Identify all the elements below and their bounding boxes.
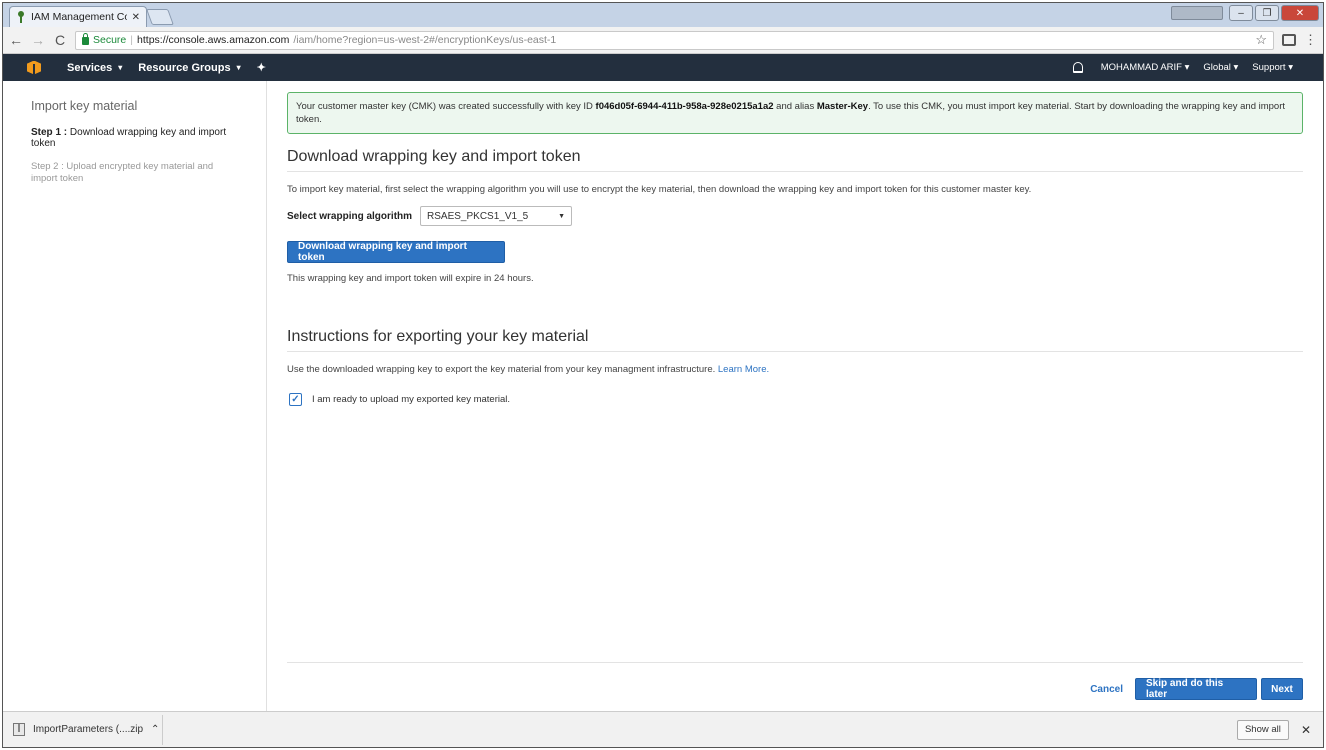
chevron-down-icon: ▼ bbox=[558, 212, 566, 220]
sidebar-step-2: Step 2 : Upload encrypted key material a… bbox=[31, 161, 214, 184]
pin-icon[interactable]: ✦ bbox=[257, 61, 266, 74]
chevron-down-icon: ▾ bbox=[236, 63, 241, 72]
aws-navbar: Services ▾ Resource Groups ▾ ✦ MOHAMMAD … bbox=[3, 54, 1323, 81]
url-host: https://console.aws.amazon.com bbox=[137, 34, 290, 46]
favicon-icon bbox=[16, 11, 26, 23]
download-bar: ImportParameters (....zip ⌃ Show all ✕ bbox=[3, 711, 1323, 747]
region-menu[interactable]: Global ▾ bbox=[1203, 62, 1238, 73]
algorithm-select[interactable]: RSAES_PKCS1_V1_5 ▼ bbox=[420, 206, 573, 226]
close-download-bar-icon[interactable]: ✕ bbox=[1301, 723, 1311, 737]
sidebar-title: Import key material bbox=[31, 99, 138, 113]
support-menu[interactable]: Support ▾ bbox=[1252, 62, 1293, 73]
ready-checkbox-row[interactable]: ✓ I am ready to upload my exported key m… bbox=[289, 393, 1303, 406]
next-button[interactable]: Next bbox=[1261, 678, 1303, 700]
key-alias: Master-Key bbox=[816, 101, 869, 112]
bell-icon[interactable] bbox=[1072, 62, 1083, 73]
tab-strip: IAM Management Conso ✕ – ❐ ✕ bbox=[3, 3, 1323, 27]
window-controls: – ❐ ✕ bbox=[1171, 5, 1319, 21]
new-tab-button[interactable] bbox=[146, 9, 174, 25]
key-id: f046d05f-6944-411b-958a-928e0215a1a2 bbox=[595, 101, 774, 112]
cancel-button[interactable]: Cancel bbox=[1090, 684, 1123, 695]
back-arrow-icon[interactable]: ← bbox=[9, 32, 23, 48]
instructions-description: Use the downloaded wrapping key to expor… bbox=[287, 364, 770, 375]
resource-groups-menu[interactable]: Resource Groups ▾ bbox=[138, 62, 240, 74]
ready-checkbox-label: I am ready to upload my exported key mat… bbox=[312, 394, 511, 405]
show-all-button[interactable]: Show all bbox=[1236, 719, 1289, 740]
address-bar-row: ← → C Secure | https://console.aws.amazo… bbox=[3, 27, 1323, 54]
skip-button[interactable]: Skip and do this later bbox=[1135, 678, 1257, 700]
ready-checkbox[interactable]: ✓ bbox=[289, 393, 302, 406]
services-menu[interactable]: Services ▾ bbox=[67, 62, 122, 74]
profile-button[interactable] bbox=[1171, 6, 1223, 20]
user-menu[interactable]: MOHAMMAD ARIF ▾ bbox=[1101, 62, 1190, 73]
bookmark-star-icon[interactable]: ☆ bbox=[1255, 32, 1267, 48]
instructions-heading: Instructions for exporting your key mate… bbox=[287, 328, 1303, 352]
forward-arrow-icon[interactable]: → bbox=[31, 32, 45, 48]
browser-window: IAM Management Conso ✕ – ❐ ✕ ← → C Secur… bbox=[2, 2, 1324, 748]
close-tab-icon[interactable]: ✕ bbox=[132, 12, 140, 23]
download-item[interactable]: ImportParameters (....zip ⌃ bbox=[13, 714, 163, 745]
algorithm-label: Select wrapping algorithm bbox=[287, 210, 413, 222]
maximize-button[interactable]: ❐ bbox=[1255, 5, 1279, 21]
learn-more-link[interactable]: Learn More. bbox=[718, 364, 769, 375]
chevron-down-icon: ▾ bbox=[118, 63, 123, 72]
download-description: To import key material, first select the… bbox=[287, 184, 1032, 195]
url-separator: | bbox=[130, 34, 134, 46]
sidebar-step-1[interactable]: Step 1 : Download wrapping key and impor… bbox=[31, 127, 238, 149]
minimize-button[interactable]: – bbox=[1229, 5, 1253, 21]
step-1-prefix: Step 1 : bbox=[31, 127, 68, 138]
footer-divider bbox=[287, 662, 1303, 663]
lock-icon bbox=[82, 33, 89, 45]
main-content: Your customer master key (CMK) was creat… bbox=[287, 81, 1303, 713]
algorithm-value: RSAES_PKCS1_V1_5 bbox=[427, 210, 529, 222]
chevron-up-icon[interactable]: ⌃ bbox=[151, 724, 159, 735]
secure-label: Secure bbox=[93, 34, 127, 46]
expiry-note: This wrapping key and import token will … bbox=[287, 273, 534, 284]
tab-title: IAM Management Conso bbox=[31, 11, 127, 23]
aws-logo-icon[interactable] bbox=[27, 61, 41, 75]
browser-tab[interactable]: IAM Management Conso ✕ bbox=[9, 6, 147, 27]
download-heading: Download wrapping key and import token bbox=[287, 148, 1303, 172]
wizard-actions: Cancel Skip and do this later Next bbox=[1090, 678, 1303, 700]
navbar-right: MOHAMMAD ARIF ▾ Global ▾ Support ▾ bbox=[1072, 62, 1293, 73]
resource-groups-label: Resource Groups bbox=[138, 61, 231, 74]
reload-icon[interactable]: C bbox=[53, 32, 67, 48]
url-path: /iam/home?region=us-west-2#/encryptionKe… bbox=[293, 34, 557, 46]
zip-file-icon bbox=[13, 723, 25, 736]
download-wrapping-key-button[interactable]: Download wrapping key and import token bbox=[287, 241, 505, 263]
download-filename: ImportParameters (....zip bbox=[33, 724, 144, 735]
success-alert: Your customer master key (CMK) was creat… bbox=[287, 92, 1303, 134]
services-label: Services bbox=[67, 61, 113, 74]
algorithm-row: Select wrapping algorithm RSAES_PKCS1_V1… bbox=[287, 206, 1303, 226]
close-window-button[interactable]: ✕ bbox=[1281, 5, 1319, 21]
browser-menu-icon[interactable]: ⋮ bbox=[1304, 32, 1317, 48]
wizard-sidebar: Import key material Step 1 : Download wr… bbox=[3, 81, 267, 713]
url-input[interactable]: Secure | https://console.aws.amazon.com /… bbox=[75, 30, 1274, 50]
extension-icon[interactable] bbox=[1282, 34, 1296, 46]
